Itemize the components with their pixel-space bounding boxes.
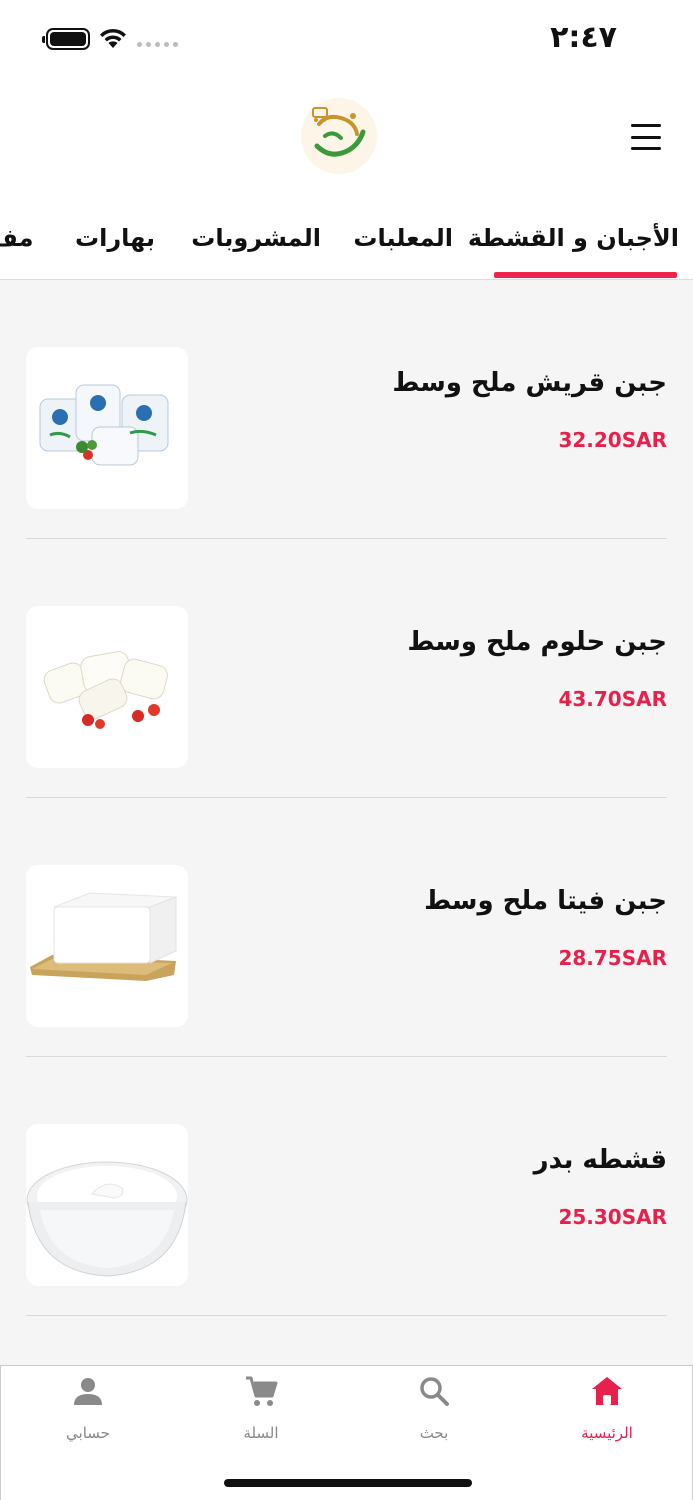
status-bar: ٢:٤٧ — [0, 0, 693, 80]
product-name: جبن قريش ملح وسط — [392, 368, 667, 398]
category-tabs: الأجبان و القشطة المعلبات المشروبات بهار… — [0, 198, 693, 280]
nav-label: السلة — [243, 1424, 279, 1442]
halloumi-cheese-image — [43, 651, 168, 729]
nav-label: بحث — [419, 1424, 449, 1442]
tab-partial[interactable]: مف — [0, 224, 33, 252]
bottom-navigation: الرئيسية بحث السلة حسابي — [0, 1365, 693, 1500]
cream-bowl-image — [26, 1161, 188, 1277]
product-list[interactable]: جبن قريش ملح وسط 32.20SAR جبن حلوم ملح و… — [0, 280, 693, 1365]
search-icon — [420, 1377, 449, 1406]
product-name: قشطه بدر — [533, 1145, 667, 1175]
hamburger-menu-icon[interactable] — [631, 124, 663, 150]
product-price: 43.70SAR — [558, 687, 667, 711]
home-indicator[interactable] — [224, 1479, 472, 1487]
tab-canned[interactable]: المعلبات — [353, 224, 453, 252]
nav-search[interactable]: بحث — [374, 1366, 494, 1456]
nav-home[interactable]: الرئيسية — [547, 1366, 667, 1456]
nav-account[interactable]: حسابي — [28, 1366, 148, 1456]
product-price: 25.30SAR — [558, 1205, 667, 1229]
product-image[interactable] — [26, 347, 188, 509]
product-item[interactable]: جبن حلوم ملح وسط 43.70SAR — [26, 539, 667, 798]
product-name: جبن حلوم ملح وسط — [407, 627, 667, 657]
active-tab-indicator — [494, 272, 677, 278]
status-time: ٢:٤٧ — [550, 20, 617, 55]
tab-spices[interactable]: بهارات — [75, 224, 155, 252]
tab-cheese-cream[interactable]: الأجبان و القشطة — [468, 224, 679, 252]
product-image[interactable] — [26, 1124, 188, 1286]
battery-icon — [42, 28, 90, 50]
app-header — [0, 80, 693, 198]
product-name: جبن فيتا ملح وسط — [424, 886, 667, 916]
home-icon — [592, 1377, 622, 1405]
nav-cart[interactable]: السلة — [201, 1366, 321, 1456]
nav-label: الرئيسية — [581, 1424, 633, 1442]
wifi-icon — [100, 28, 126, 48]
product-item[interactable]: جبن فيتا ملح وسط 28.75SAR — [26, 798, 667, 1057]
nav-label: حسابي — [66, 1424, 110, 1442]
feta-cheese-block-image — [30, 892, 177, 981]
cottage-cheese-packs-image — [39, 384, 169, 466]
product-price: 28.75SAR — [558, 946, 667, 970]
product-price: 32.20SAR — [558, 428, 667, 452]
person-icon — [74, 1378, 102, 1405]
brand-logo-icon[interactable] — [297, 94, 381, 178]
product-image[interactable] — [26, 606, 188, 768]
product-item[interactable]: جبن قريش ملح وسط 32.20SAR — [26, 280, 667, 539]
cellular-signal-icon — [137, 42, 178, 47]
product-image[interactable] — [26, 865, 188, 1027]
tab-drinks[interactable]: المشروبات — [191, 224, 321, 252]
cart-icon — [246, 1376, 278, 1406]
product-item[interactable]: قشطه بدر 25.30SAR — [26, 1057, 667, 1316]
